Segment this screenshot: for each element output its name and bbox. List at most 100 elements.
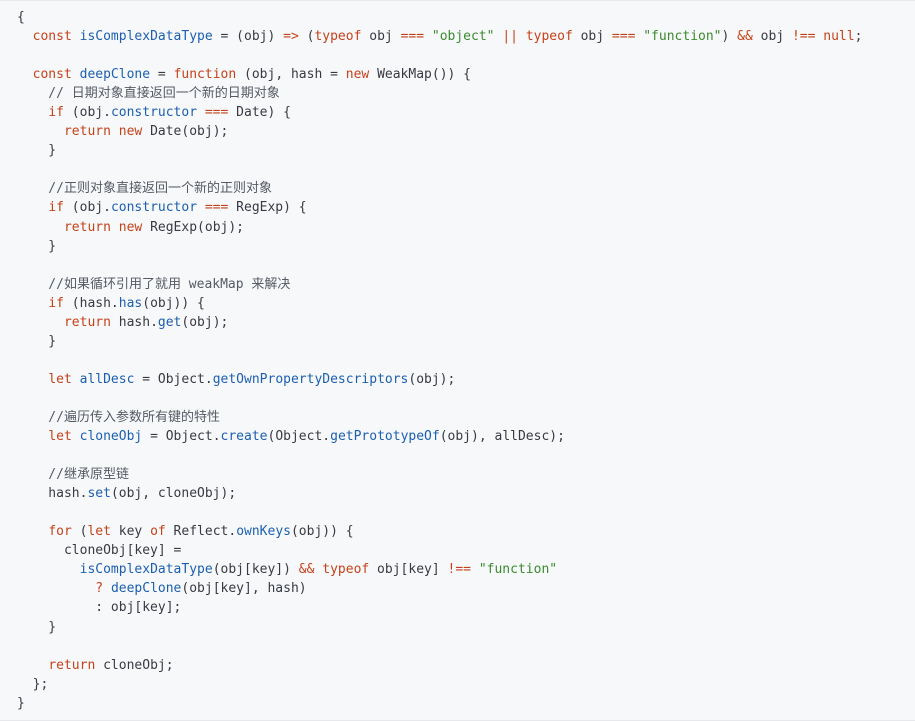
code-keyword: let bbox=[48, 429, 72, 445]
code-text: (Object. bbox=[267, 429, 331, 445]
code-keyword: typeof bbox=[314, 29, 362, 45]
code-text: key bbox=[110, 524, 151, 540]
code-text: (obj[key], hash) bbox=[181, 581, 307, 597]
code-text: ) bbox=[721, 29, 738, 45]
code-text: (obj, cloneObj); bbox=[110, 486, 237, 502]
code-identifier: isComplexDataType bbox=[79, 562, 213, 578]
code-keyword: const bbox=[32, 29, 72, 45]
code-keyword: ? bbox=[95, 581, 104, 597]
code-keyword: return bbox=[48, 657, 96, 673]
code-text: (obj. bbox=[63, 105, 111, 121]
code-text: } bbox=[17, 238, 57, 254]
code-text: = Object. bbox=[134, 371, 213, 387]
code-line: : obj[key]; bbox=[17, 598, 915, 617]
code-identifier: create bbox=[220, 429, 268, 445]
code-keyword: new bbox=[118, 219, 143, 235]
code-keyword: new bbox=[345, 67, 370, 83]
code-text: ; bbox=[854, 29, 863, 45]
code-text: (obj), allDesc); bbox=[439, 429, 565, 445]
code-line: let cloneObj = Object.create(Object.getP… bbox=[17, 427, 915, 446]
code-text: hash. bbox=[17, 486, 88, 502]
code-line: const isComplexDataType = (obj) => (type… bbox=[17, 27, 915, 46]
code-keyword: === bbox=[400, 29, 425, 45]
code-line: } bbox=[17, 618, 915, 637]
code-line: for (let key of Reflect.ownKeys(obj)) { bbox=[17, 522, 915, 541]
code-keyword: && bbox=[737, 29, 753, 45]
code-line: //继承原型链 bbox=[17, 465, 915, 484]
code-text: = (obj) bbox=[212, 29, 284, 45]
code-line: return new RegExp(obj); bbox=[17, 218, 915, 237]
code-string: "function" bbox=[478, 562, 558, 578]
code-line: { bbox=[17, 8, 915, 27]
code-comment: //正则对象直接返回一个新的正则对象 bbox=[17, 181, 272, 197]
code-text: } bbox=[17, 695, 25, 711]
code-line: } bbox=[17, 694, 915, 713]
code-line: //如果循环引用了就用 weakMap 来解决 bbox=[17, 275, 915, 294]
code-keyword: null bbox=[823, 29, 855, 45]
code-identifier: isComplexDataType bbox=[79, 29, 213, 45]
code-text: }; bbox=[17, 676, 49, 692]
code-keyword: function bbox=[173, 67, 237, 83]
code-keyword: if bbox=[48, 200, 64, 216]
code-line: let allDesc = Object.getOwnPropertyDescr… bbox=[17, 370, 915, 389]
code-text: RegExp(obj); bbox=[142, 219, 244, 235]
code-comment: //遍历传入参数所有键的特性 bbox=[17, 409, 220, 425]
code-keyword: !== bbox=[447, 562, 471, 578]
code-text: (obj[key]) bbox=[212, 562, 299, 578]
code-identifier: deepClone bbox=[110, 581, 182, 597]
code-string: "function" bbox=[643, 29, 722, 45]
code-identifier: getPrototypeOf bbox=[330, 429, 440, 445]
code-line: if (hash.has(obj)) { bbox=[17, 294, 915, 313]
code-text: (obj)) { bbox=[290, 524, 354, 540]
code-comment: //如果循环引用了就用 weakMap 来解决 bbox=[17, 276, 291, 292]
code-text: ( bbox=[298, 29, 315, 45]
code-line: isComplexDataType(obj[key]) && typeof ob… bbox=[17, 560, 915, 579]
code-line: }; bbox=[17, 675, 915, 694]
code-text: (obj, hash = bbox=[236, 67, 346, 83]
code-line: // 日期对象直接返回一个新的日期对象 bbox=[17, 84, 915, 103]
code-line: return cloneObj; bbox=[17, 656, 915, 675]
code-keyword: return bbox=[63, 124, 111, 140]
code-text: WeakMap()) { bbox=[369, 67, 471, 83]
code-identifier: allDesc bbox=[79, 371, 135, 387]
code-text: Reflect. bbox=[165, 524, 237, 540]
code-string: "object" bbox=[431, 29, 495, 45]
code-line: } bbox=[17, 332, 915, 351]
code-identifier: get bbox=[157, 314, 182, 330]
code-line: //遍历传入参数所有键的特性 bbox=[17, 408, 915, 427]
code-keyword: === bbox=[204, 200, 229, 216]
code-keyword: typeof bbox=[322, 562, 370, 578]
code-line: return hash.get(obj); bbox=[17, 313, 915, 332]
code-keyword: !== bbox=[791, 29, 816, 45]
code-keyword: return bbox=[63, 219, 111, 235]
code-keyword: let bbox=[87, 524, 111, 540]
code-text: hash. bbox=[110, 314, 158, 330]
code-line: return new Date(obj); bbox=[17, 122, 915, 141]
code-keyword: new bbox=[118, 124, 143, 140]
code-text: RegExp) { bbox=[228, 200, 307, 216]
code-keyword: for bbox=[48, 524, 72, 540]
